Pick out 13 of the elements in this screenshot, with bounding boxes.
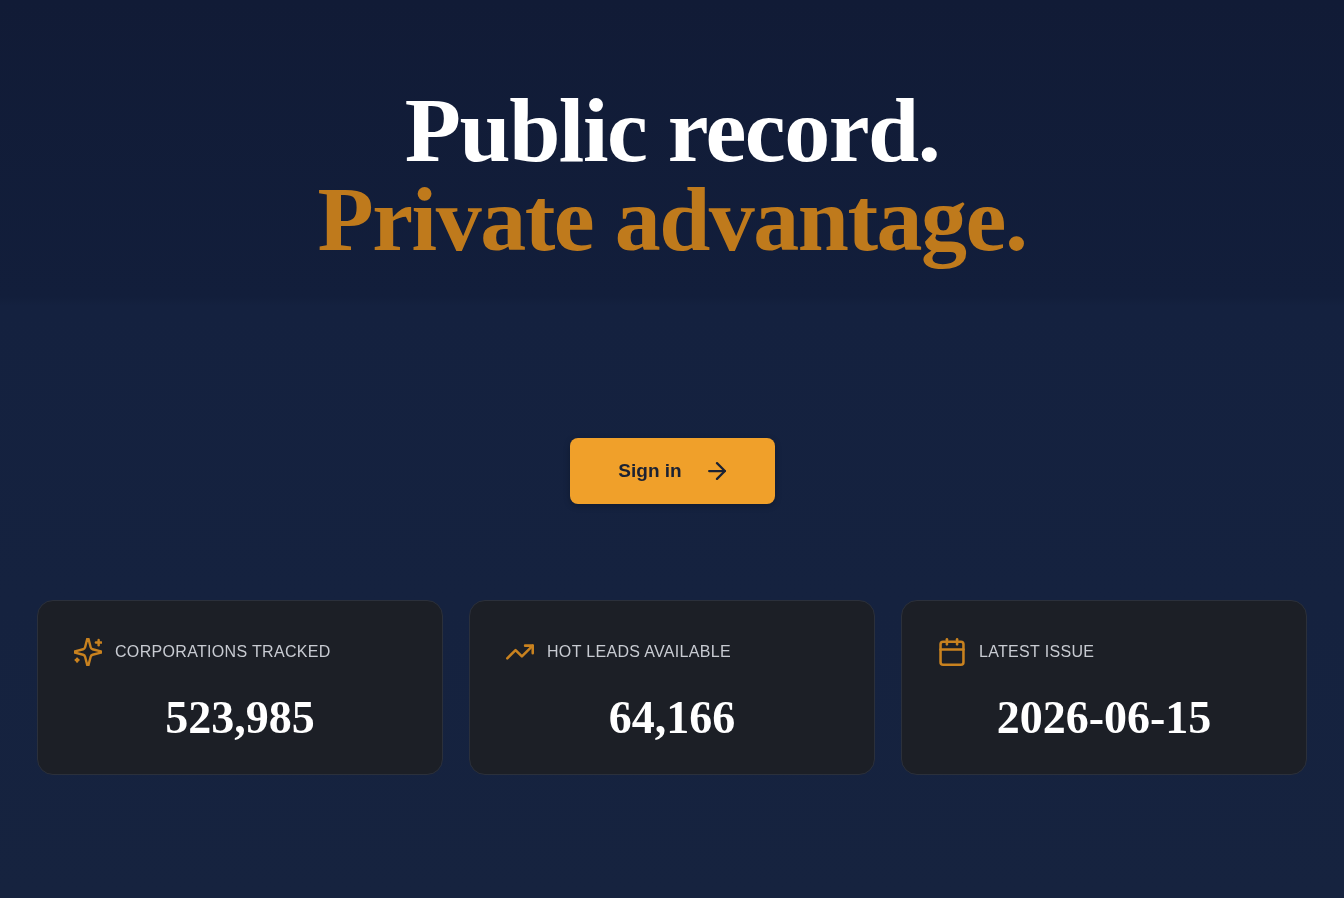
sign-in-button[interactable]: Sign in bbox=[569, 438, 775, 504]
headline-line: Private advantage. bbox=[317, 175, 1027, 272]
headline-line: Public record. bbox=[404, 86, 940, 175]
stat-label: LATEST ISSUE bbox=[979, 643, 1095, 661]
stat-value: 2026-06-15 bbox=[995, 691, 1213, 745]
calendar-icon bbox=[938, 638, 966, 666]
stat-label: HOT LEADS AVAILABLE bbox=[547, 643, 731, 661]
arrow-right-icon bbox=[707, 462, 726, 480]
stat-value: 64,166 bbox=[607, 691, 737, 745]
stat-label: CORPORATIONS TRACKED bbox=[115, 643, 331, 661]
trending-up-icon bbox=[506, 644, 534, 660]
stat-value: 523,985 bbox=[164, 691, 316, 745]
sparkle-icon bbox=[74, 638, 102, 666]
